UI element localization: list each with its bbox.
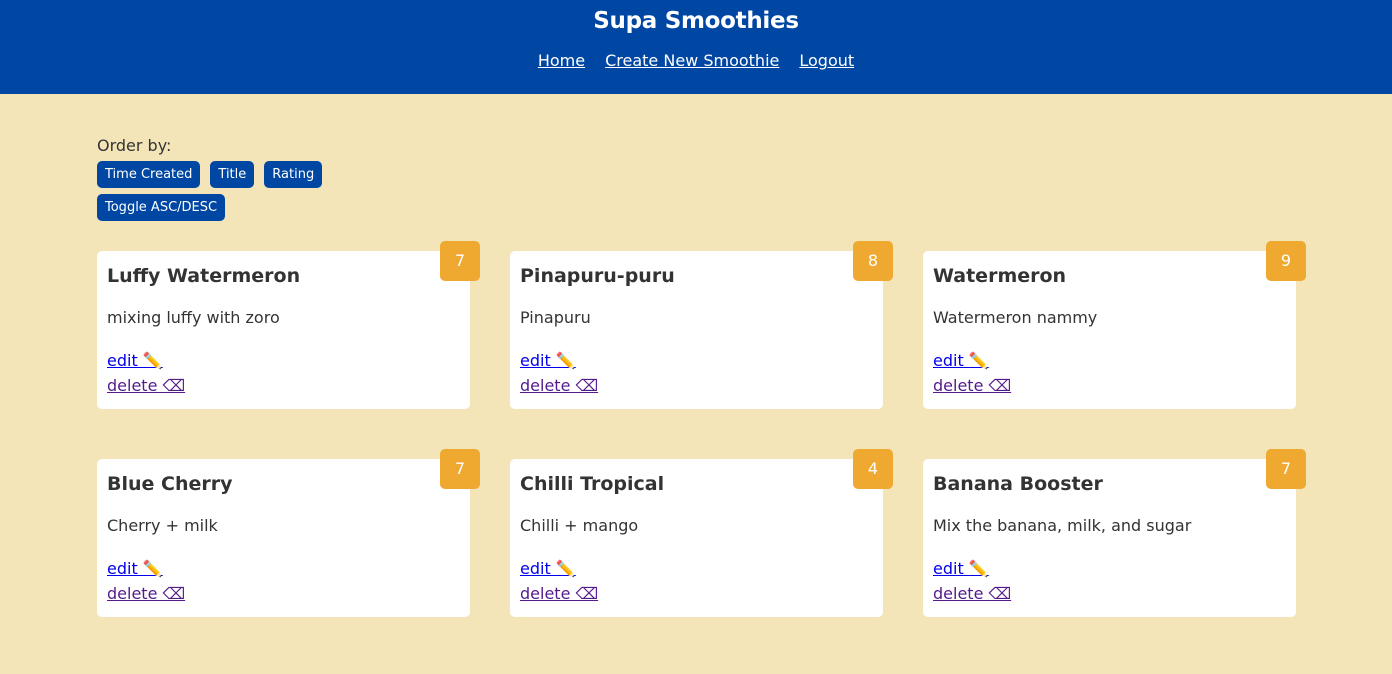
smoothie-title: Chilli Tropical: [520, 473, 665, 495]
delete-link[interactable]: delete ⌫: [933, 375, 1011, 396]
main-nav: Home Create New Smoothie Logout: [0, 50, 1392, 72]
smoothie-method: Cherry + milk: [107, 516, 218, 535]
order-time-created-button[interactable]: Time Created: [97, 161, 201, 188]
smoothie-title: Blue Cherry: [107, 473, 233, 495]
edit-link[interactable]: edit ✏️: [520, 558, 576, 579]
rating-badge: 4: [853, 449, 893, 489]
delete-link[interactable]: delete ⌫: [520, 375, 598, 396]
edit-link[interactable]: edit ✏️: [107, 350, 163, 371]
delete-link[interactable]: delete ⌫: [107, 375, 185, 396]
site-header: Supa Smoothies Home Create New Smoothie …: [0, 0, 1392, 94]
smoothie-method: mixing luffy with zoro: [107, 308, 280, 327]
order-label: Order by:: [97, 136, 172, 155]
card-actions: edit ✏️ delete ⌫: [933, 558, 1286, 604]
card-actions: edit ✏️ delete ⌫: [107, 558, 460, 604]
card-actions: edit ✏️ delete ⌫: [520, 350, 873, 396]
nav-home-link[interactable]: Home: [538, 50, 585, 72]
edit-link[interactable]: edit ✏️: [933, 558, 989, 579]
smoothie-card: Chilli Tropical Chilli + mango edit ✏️ d…: [510, 449, 893, 617]
edit-link[interactable]: edit ✏️: [520, 350, 576, 371]
rating-badge: 7: [440, 449, 480, 489]
toggle-row: Toggle ASC/DESC: [97, 194, 1295, 221]
nav-create-link[interactable]: Create New Smoothie: [605, 50, 779, 72]
smoothie-title: Luffy Watermeron: [107, 265, 301, 287]
rating-badge: 9: [1266, 241, 1306, 281]
order-title-button[interactable]: Title: [210, 161, 255, 188]
toggle-order-button[interactable]: Toggle ASC/DESC: [97, 194, 226, 221]
smoothie-method: Chilli + mango: [520, 516, 639, 535]
smoothie-method: Pinapuru: [520, 308, 591, 327]
smoothie-title: Banana Booster: [933, 473, 1103, 495]
rating-badge: 8: [853, 241, 893, 281]
rating-badge: 7: [440, 241, 480, 281]
smoothie-card: Pinapuru-puru Pinapuru edit ✏️ delete ⌫ …: [510, 241, 893, 409]
smoothie-method: Watermeron nammy: [933, 308, 1098, 327]
smoothie-card: Luffy Watermeron mixing luffy with zoro …: [97, 241, 480, 409]
edit-link[interactable]: edit ✏️: [933, 350, 989, 371]
order-button-row: Time Created Title Rating: [97, 161, 1295, 188]
card-actions: edit ✏️ delete ⌫: [107, 350, 460, 396]
smoothie-card: Watermeron Watermeron nammy edit ✏️ dele…: [923, 241, 1306, 409]
delete-link[interactable]: delete ⌫: [933, 583, 1011, 604]
order-rating-button[interactable]: Rating: [264, 161, 323, 188]
edit-link[interactable]: edit ✏️: [107, 558, 163, 579]
card-actions: edit ✏️ delete ⌫: [520, 558, 873, 604]
smoothie-title: Pinapuru-puru: [520, 265, 675, 287]
smoothie-card: Blue Cherry Cherry + milk edit ✏️ delete…: [97, 449, 480, 617]
smoothie-card: Banana Booster Mix the banana, milk, and…: [923, 449, 1306, 617]
delete-link[interactable]: delete ⌫: [520, 583, 598, 604]
site-title: Supa Smoothies: [593, 8, 799, 34]
main-content: Order by: Time Created Title Rating Togg…: [0, 94, 1392, 617]
card-actions: edit ✏️ delete ⌫: [933, 350, 1286, 396]
rating-badge: 7: [1266, 449, 1306, 489]
nav-logout-link[interactable]: Logout: [799, 50, 854, 72]
smoothie-title: Watermeron: [933, 265, 1067, 287]
delete-link[interactable]: delete ⌫: [107, 583, 185, 604]
order-controls: Order by: Time Created Title Rating Togg…: [97, 94, 1295, 221]
smoothie-method: Mix the banana, milk, and sugar: [933, 516, 1192, 535]
smoothie-grid: Luffy Watermeron mixing luffy with zoro …: [97, 241, 1306, 617]
